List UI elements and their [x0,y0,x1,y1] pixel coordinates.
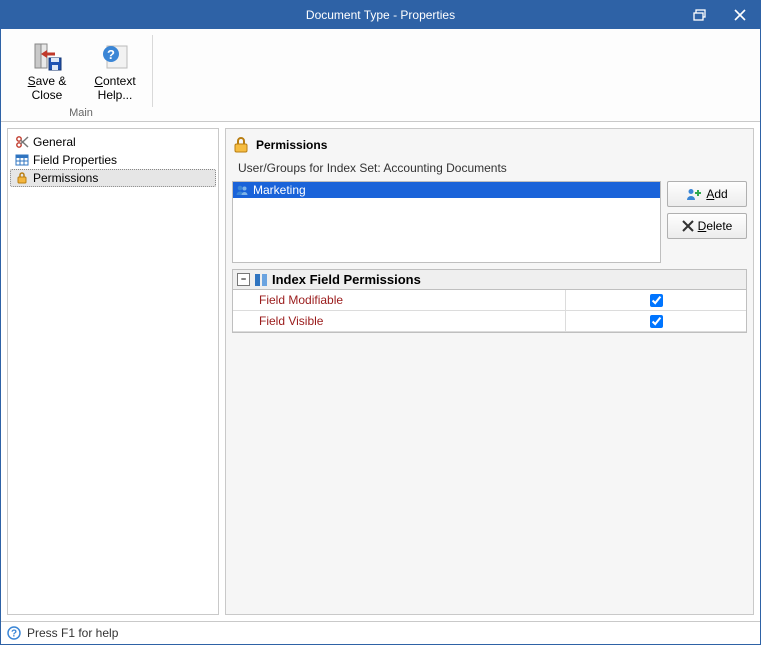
list-item[interactable]: Marketing [233,182,660,198]
grid-row-label: Field Modifiable [233,293,565,307]
statusbar: ? Press F1 for help [1,621,760,644]
scissors-icon [15,135,29,149]
delete-button[interactable]: Delete [667,213,747,239]
usergroups-side-buttons: Add Delete [667,181,747,263]
grid-row-check-cell [565,311,746,331]
window-title: Document Type - Properties [306,8,455,22]
content-pane: Permissions User/Groups for Index Set: A… [225,128,754,615]
field-visible-checkbox[interactable] [650,315,663,328]
restore-icon [693,9,707,21]
grid-row-check-cell [565,290,746,310]
usergroups-listbox[interactable]: Marketing [232,181,661,263]
usergroups-row: Marketing Add [232,181,747,263]
field-modifiable-checkbox[interactable] [650,294,663,307]
ribbon-buttons: Save & Close ? Context Help... [15,35,147,105]
body: General Field Properties Permissions [1,122,760,621]
list-item-label: Marketing [253,183,306,197]
nav-pane: General Field Properties Permissions [7,128,219,615]
status-text: Press F1 for help [27,626,118,640]
grid-row-label: Field Visible [233,314,565,328]
permissions-section-title: Permissions [256,138,327,152]
ribbon-group-main: Save & Close ? Context Help... [9,33,153,121]
save-and-close-label: Save & Close [28,74,67,102]
add-button[interactable]: Add [667,181,747,207]
svg-text:?: ? [107,47,115,62]
columns-icon [254,273,268,287]
lock-icon [232,136,250,154]
help-icon: ? [99,40,131,72]
nav-item-general[interactable]: General [10,133,216,151]
save-and-close-button[interactable]: Save & Close [15,35,79,105]
nav-item-label: Permissions [33,171,98,185]
nav-item-label: General [33,135,76,149]
grid-row: Field Modifiable [233,290,746,311]
window: Document Type - Properties [0,0,761,645]
close-icon [734,9,746,21]
index-field-permissions-title: Index Field Permissions [272,272,421,287]
help-icon: ? [7,626,21,640]
svg-text:?: ? [11,629,17,640]
index-field-permissions-header: − Index Field Permissions [233,270,746,290]
restore-button[interactable] [680,1,720,29]
context-help-button[interactable]: ? Context Help... [83,35,147,105]
title-controls [680,1,760,29]
index-field-permissions-panel: − Index Field Permissions Field Modifiab… [232,269,747,333]
ribbon-row: Save & Close ? Context Help... [9,33,752,121]
context-help-label: Context Help... [94,74,135,102]
grid-row: Field Visible [233,311,746,332]
nav-item-field-properties[interactable]: Field Properties [10,151,216,169]
ribbon: Save & Close ? Context Help... [1,29,760,122]
permissions-section-header: Permissions [232,135,747,155]
nav-item-label: Field Properties [33,153,117,167]
nav-item-permissions[interactable]: Permissions [10,169,216,187]
usergroups-label: User/Groups for Index Set: Accounting Do… [232,161,747,175]
lock-icon [15,171,29,185]
delete-icon [682,220,694,232]
group-icon [235,183,249,197]
ribbon-group-caption: Main [69,107,93,119]
add-user-icon [686,187,702,201]
titlebar: Document Type - Properties [1,1,760,29]
collapse-toggle[interactable]: − [237,273,250,286]
grid-icon [15,153,29,167]
save-close-icon [31,40,63,72]
close-button[interactable] [720,1,760,29]
